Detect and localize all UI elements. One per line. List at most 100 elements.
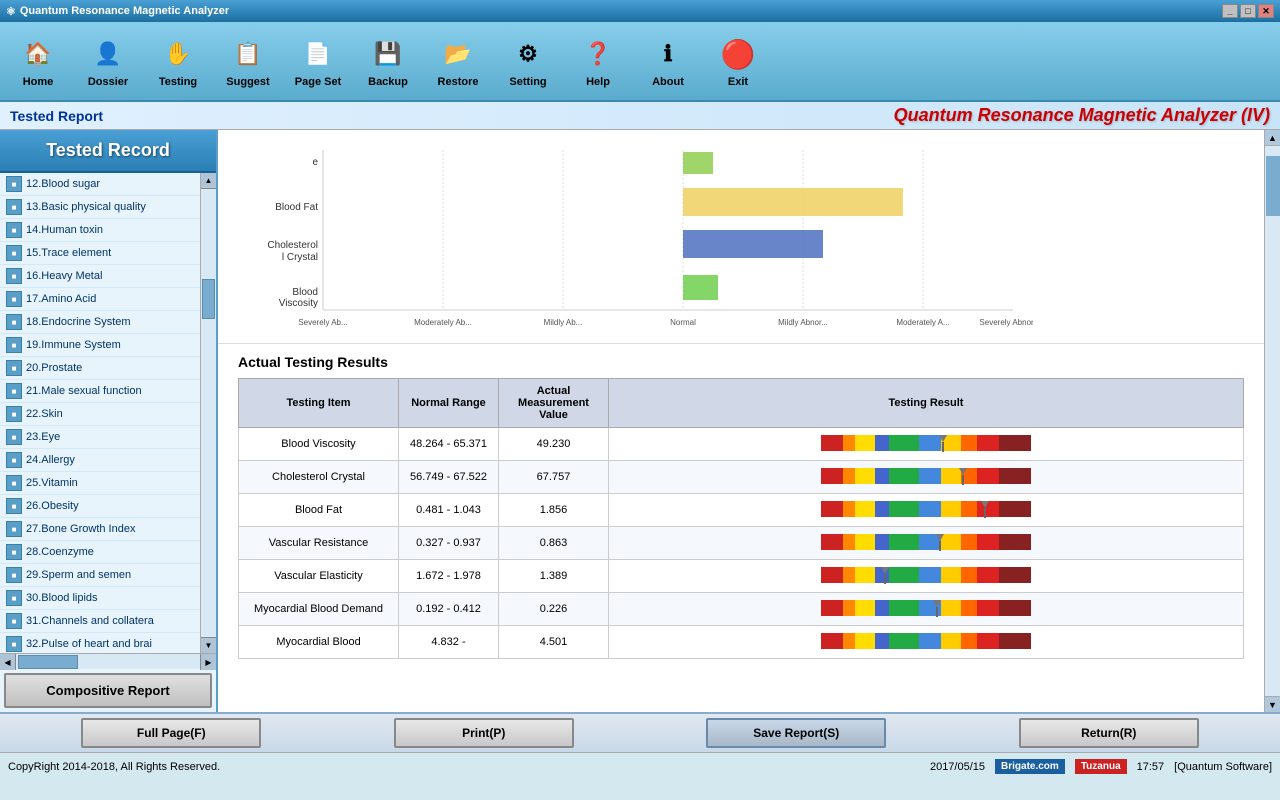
toolbar-setting[interactable]: ⚙ Setting <box>498 34 558 88</box>
sidebar-item-immune[interactable]: ■ 19.Immune System <box>0 334 200 357</box>
compositive-report-button[interactable]: Compositive Report <box>4 673 212 708</box>
sidebar-item-label: 27.Bone Growth Index <box>26 523 135 535</box>
sidebar-item-label: 22.Skin <box>26 408 63 420</box>
return-button[interactable]: Return(R) <box>1019 718 1199 748</box>
toolbar-restore[interactable]: 📂 Restore <box>428 34 488 88</box>
sidebar-item-endocrine[interactable]: ■ 18.Endocrine System <box>0 311 200 334</box>
sidebar-item-label: 19.Immune System <box>26 339 121 351</box>
sidebar-item-bonegrowth[interactable]: ■ 27.Bone Growth Index <box>0 518 200 541</box>
sidebar-hscroll-thumb[interactable] <box>18 655 78 669</box>
svg-text:e: e <box>312 157 318 168</box>
table-row: Vascular Elasticity 1.672 - 1.978 1.389 <box>239 560 1244 593</box>
scroll-down-button[interactable]: ▼ <box>1265 696 1280 712</box>
close-button[interactable]: ✕ <box>1258 4 1274 18</box>
sidebar-item-icon: ■ <box>6 222 22 238</box>
toolbar-home[interactable]: 🏠 Home <box>8 34 68 88</box>
svg-text:Normal: Normal <box>670 318 696 327</box>
toolbar-dossier[interactable]: 👤 Dossier <box>78 34 138 88</box>
sidebar-item-label: 28.Coenzyme <box>26 546 94 558</box>
svg-text:l Crystal: l Crystal <box>282 252 318 263</box>
toolbar-exit[interactable]: 🔴 Exit <box>708 34 768 88</box>
sidebar-item-aminoacid[interactable]: ■ 17.Amino Acid <box>0 288 200 311</box>
minimize-button[interactable]: _ <box>1222 4 1238 18</box>
sidebar-item-humantoxin[interactable]: ■ 14.Human toxin <box>0 219 200 242</box>
table-row: Blood Fat 0.481 - 1.043 1.856 <box>239 494 1244 527</box>
sidebar-hscroll[interactable]: ◀ ▶ <box>0 653 216 669</box>
help-icon: ❓ <box>578 34 618 74</box>
status-right: 2017/05/15 Brigate.com Tuzanua 17:57 [Qu… <box>930 759 1272 774</box>
scrollbar-thumb[interactable] <box>1266 156 1280 216</box>
help-label: Help <box>586 76 610 88</box>
cell-range: 48.264 - 65.371 <box>399 428 499 461</box>
setting-label: Setting <box>509 76 546 88</box>
sidebar-item-pulse[interactable]: ■ 32.Pulse of heart and brai <box>0 633 200 653</box>
print-button[interactable]: Print(P) <box>394 718 574 748</box>
cell-range: 4.832 - <box>399 626 499 659</box>
col-actual-value: Actual Measurement Value <box>499 379 609 428</box>
savereport-button[interactable]: Save Report(S) <box>706 718 886 748</box>
sidebar-item-icon: ■ <box>6 383 22 399</box>
cell-item: Myocardial Blood <box>239 626 399 659</box>
status-software: [Quantum Software] <box>1174 761 1272 773</box>
sidebar-item-basicphysical[interactable]: ■ 13.Basic physical quality <box>0 196 200 219</box>
toolbar-pageset[interactable]: 📄 Page Set <box>288 34 348 88</box>
sidebar-item-icon: ■ <box>6 291 22 307</box>
sidebar-item-icon: ■ <box>6 613 22 629</box>
sidebar-item-label: 23.Eye <box>26 431 60 443</box>
sidebar-item-traceelement[interactable]: ■ 15.Trace element <box>0 242 200 265</box>
sidebar-hscroll-right[interactable]: ▶ <box>200 654 216 670</box>
results-table: Testing Item Normal Range Actual Measure… <box>238 378 1244 659</box>
toolbar-suggest[interactable]: 📋 Suggest <box>218 34 278 88</box>
sidebar-item-prostate[interactable]: ■ 20.Prostate <box>0 357 200 380</box>
sidebar-scroll-thumb[interactable] <box>202 279 215 319</box>
title-bar-controls[interactable]: _ □ ✕ <box>1222 4 1274 18</box>
sidebar-item-channels[interactable]: ■ 31.Channels and collatera <box>0 610 200 633</box>
cell-range: 56.749 - 67.522 <box>399 461 499 494</box>
toolbar-testing[interactable]: ✋ Testing <box>148 34 208 88</box>
sidebar-item-bloodlipids[interactable]: ■ 30.Blood lipids <box>0 587 200 610</box>
cell-range: 0.481 - 1.043 <box>399 494 499 527</box>
cell-item: Blood Fat <box>239 494 399 527</box>
sidebar-item-skin[interactable]: ■ 22.Skin <box>0 403 200 426</box>
cell-value: 67.757 <box>499 461 609 494</box>
toolbar-backup[interactable]: 💾 Backup <box>358 34 418 88</box>
sidebar-item-eye[interactable]: ■ 23.Eye <box>0 426 200 449</box>
content-scrollbar[interactable]: ▲ ▼ <box>1264 130 1280 712</box>
sidebar-hscroll-left[interactable]: ◀ <box>0 654 16 670</box>
sidebar-item-label: 24.Allergy <box>26 454 75 466</box>
cell-value: 0.226 <box>499 593 609 626</box>
sidebar-item-obesity[interactable]: ■ 26.Obesity <box>0 495 200 518</box>
sidebar-item-icon: ■ <box>6 544 22 560</box>
sidebar-item-vitamin[interactable]: ■ 25.Vitamin <box>0 472 200 495</box>
sidebar-item-icon: ■ <box>6 176 22 192</box>
maximize-button[interactable]: □ <box>1240 4 1256 18</box>
sidebar-item-icon: ■ <box>6 521 22 537</box>
sidebar-item-label: 18.Endocrine System <box>26 316 131 328</box>
cell-result <box>609 461 1244 494</box>
toolbar-about[interactable]: ℹ About <box>638 34 698 88</box>
svg-text:Blood: Blood <box>292 287 318 298</box>
tested-report-title: Tested Report <box>10 108 103 124</box>
app-icon: ⚛ <box>6 5 16 18</box>
testing-label: Testing <box>159 76 197 88</box>
sidebar-item-icon: ■ <box>6 636 22 652</box>
cell-value: 4.501 <box>499 626 609 659</box>
sidebar-item-malesexual[interactable]: ■ 21.Male sexual function <box>0 380 200 403</box>
sidebar-item-coenzyme[interactable]: ■ 28.Coenzyme <box>0 541 200 564</box>
sidebar-item-allergy[interactable]: ■ 24.Allergy <box>0 449 200 472</box>
sidebar-item-sperm[interactable]: ■ 29.Sperm and semen <box>0 564 200 587</box>
sidebar-item-label: 30.Blood lipids <box>26 592 98 604</box>
sidebar-scroll-down[interactable]: ▼ <box>201 637 216 653</box>
scroll-up-button[interactable]: ▲ <box>1265 130 1280 146</box>
toolbar-help[interactable]: ❓ Help <box>568 34 628 88</box>
sidebar-item-heavymetal[interactable]: ■ 16.Heavy Metal <box>0 265 200 288</box>
cell-item: Myocardial Blood Demand <box>239 593 399 626</box>
cell-range: 1.672 - 1.978 <box>399 560 499 593</box>
sidebar-scroll-up[interactable]: ▲ <box>201 173 216 189</box>
dossier-icon: 👤 <box>88 34 128 74</box>
sidebar-item-bloodsugar[interactable]: ■ 12.Blood sugar <box>0 173 200 196</box>
pageset-label: Page Set <box>295 76 341 88</box>
sidebar-item-label: 13.Basic physical quality <box>26 201 146 213</box>
fullpage-button[interactable]: Full Page(F) <box>81 718 261 748</box>
restore-label: Restore <box>438 76 479 88</box>
